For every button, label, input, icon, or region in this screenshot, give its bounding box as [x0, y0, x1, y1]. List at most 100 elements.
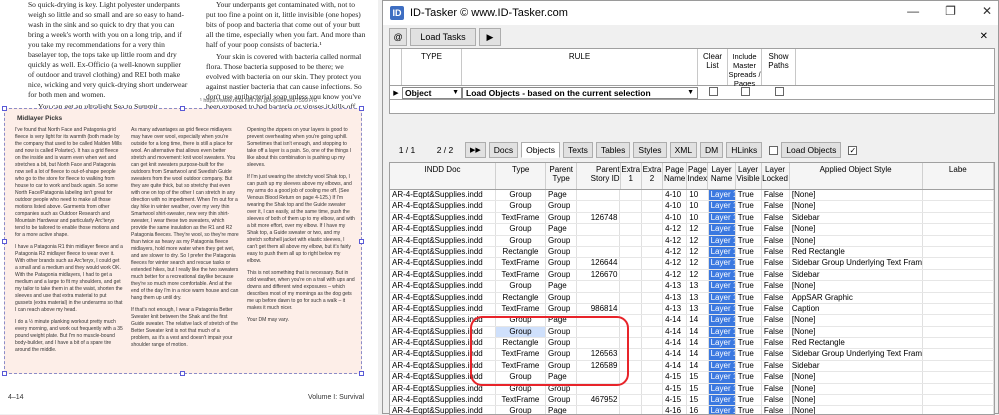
table-cell[interactable]: Group [546, 212, 577, 224]
table-cell[interactable]: Layer 1 [708, 383, 736, 395]
table-cell[interactable]: False [762, 349, 790, 360]
grid-col-header[interactable]: Parent Type [546, 163, 578, 189]
table-cell[interactable]: AR-4-Eqpt&Supplies.indd [390, 190, 496, 201]
grid-col-header[interactable]: Page Name [663, 163, 688, 189]
table-cell[interactable] [923, 360, 994, 372]
table-cell[interactable]: Sidebar [790, 360, 923, 372]
table-cell[interactable]: 4-15 [663, 383, 688, 395]
grid-col-header[interactable]: Applied Object Style [790, 163, 923, 189]
table-cell[interactable]: TextFrame [496, 212, 547, 224]
table-cell[interactable]: 12 [687, 258, 709, 269]
table-cell[interactable] [620, 235, 642, 246]
table-cell[interactable]: AR-4-Eqpt&Supplies.indd [390, 292, 496, 303]
table-cell[interactable]: [None] [790, 372, 923, 383]
table-cell[interactable]: 12 [687, 235, 709, 246]
table-cell[interactable]: AR-4-Eqpt&Supplies.indd [390, 258, 496, 269]
table-cell[interactable]: Layer 1 [708, 201, 736, 212]
table-cell[interactable] [642, 258, 664, 269]
table-cell[interactable]: True [736, 395, 762, 406]
table-cell[interactable]: Group [546, 201, 577, 212]
table-cell[interactable]: False [762, 326, 790, 338]
table-cell[interactable] [642, 269, 664, 281]
frame-handle[interactable] [359, 106, 364, 111]
load-objects-checkbox[interactable] [769, 145, 779, 155]
grid-col-header[interactable]: Layer Visible [736, 163, 762, 189]
table-cell[interactable]: Layer 1 [708, 258, 736, 269]
table-cell[interactable] [642, 292, 664, 303]
table-cell[interactable]: 4-12 [663, 258, 688, 269]
table-cell[interactable]: [None] [790, 201, 923, 212]
table-cell[interactable]: [None] [790, 383, 923, 395]
table-row[interactable]: AR-4-Eqpt&Supplies.indd Group Group 4-12 12 L… [390, 235, 994, 247]
table-cell[interactable]: False [762, 258, 790, 269]
grid-col-header[interactable]: Layer Locked [762, 163, 790, 189]
frame-handle[interactable] [359, 371, 364, 376]
table-cell[interactable] [923, 326, 994, 338]
table-cell[interactable] [923, 258, 994, 269]
table-cell[interactable] [642, 201, 664, 212]
table-cell[interactable] [642, 395, 664, 406]
table-cell[interactable]: Group [546, 395, 577, 406]
table-cell[interactable] [620, 201, 642, 212]
table-cell[interactable]: Rectangle [496, 292, 547, 303]
table-cell[interactable] [923, 338, 994, 349]
table-cell[interactable]: Group [546, 269, 577, 281]
table-cell[interactable]: True [736, 212, 762, 224]
table-cell[interactable]: Sidebar Group Underlying Text Frame [790, 258, 923, 269]
table-cell[interactable]: Layer 1 [708, 281, 736, 292]
table-cell[interactable] [642, 315, 664, 326]
table-cell[interactable]: AR-4-Eqpt&Supplies.indd [390, 212, 496, 224]
table-cell[interactable]: 14 [687, 349, 709, 360]
table-cell[interactable]: [None] [790, 235, 923, 246]
show-paths-checkbox[interactable] [774, 87, 784, 96]
table-cell[interactable] [620, 258, 642, 269]
table-cell[interactable]: Layer 1 [708, 360, 736, 372]
table-cell[interactable]: 13 [687, 281, 709, 292]
at-button[interactable]: @ [389, 28, 407, 46]
table-row[interactable]: AR-4-Eqpt&Supplies.indd Group Page 4-12 12 La… [390, 224, 994, 236]
table-cell[interactable]: False [762, 360, 790, 372]
tab-objects[interactable]: Objects [521, 142, 560, 158]
table-cell[interactable]: [None] [790, 326, 923, 338]
table-cell[interactable]: False [762, 269, 790, 281]
grid-col-header[interactable]: Extra 2 [642, 163, 664, 189]
table-cell[interactable]: 12 [687, 269, 709, 281]
table-cell[interactable]: AppSAR Graphic [790, 292, 923, 303]
table-cell[interactable]: 4-14 [663, 360, 688, 372]
table-row[interactable]: AR-4-Eqpt&Supplies.indd Group Page 4-10 10 La… [390, 190, 994, 202]
frame-handle[interactable] [2, 371, 7, 376]
table-cell[interactable]: 467952 [577, 395, 621, 406]
table-cell[interactable]: True [736, 235, 762, 246]
table-cell[interactable]: False [762, 383, 790, 395]
frame-handle[interactable] [180, 371, 185, 376]
table-cell[interactable] [577, 190, 621, 201]
table-cell[interactable]: Layer 1 [708, 372, 736, 383]
grid-col-header[interactable]: INDD Doc [390, 163, 497, 189]
table-row[interactable]: AR-4-Eqpt&Supplies.indd TextFrame Group 467… [390, 395, 994, 407]
table-cell[interactable] [620, 383, 642, 395]
table-cell[interactable]: Group [546, 258, 577, 269]
table-cell[interactable] [642, 326, 664, 338]
tab-texts[interactable]: Texts [562, 142, 593, 158]
table-cell[interactable]: Group [496, 190, 547, 201]
frame-handle[interactable] [359, 239, 364, 244]
table-cell[interactable]: 4-15 [663, 395, 688, 406]
table-cell[interactable]: Caption [790, 303, 923, 315]
table-cell[interactable]: False [762, 246, 790, 258]
clear-list-checkbox[interactable] [708, 87, 718, 96]
table-cell[interactable]: False [762, 338, 790, 349]
sidebar-text-frame[interactable]: Midlayer Picks I've found that North Fac… [2, 106, 364, 376]
tab-tables[interactable]: Tables [595, 142, 631, 158]
table-cell[interactable]: Layer 1 [708, 190, 736, 201]
table-row[interactable]: AR-4-Eqpt&Supplies.indd TextFrame Group 986… [390, 303, 994, 316]
table-cell[interactable] [642, 372, 664, 383]
table-cell[interactable]: Rectangle [496, 246, 547, 258]
table-cell[interactable] [642, 224, 664, 235]
table-cell[interactable]: Page [546, 224, 577, 235]
table-cell[interactable]: 14 [687, 326, 709, 338]
table-cell[interactable]: True [736, 246, 762, 258]
table-cell[interactable] [642, 349, 664, 360]
table-cell[interactable]: 4-12 [663, 235, 688, 246]
table-cell[interactable]: True [736, 315, 762, 326]
rule-type-select[interactable]: Object ▼ [402, 86, 462, 99]
